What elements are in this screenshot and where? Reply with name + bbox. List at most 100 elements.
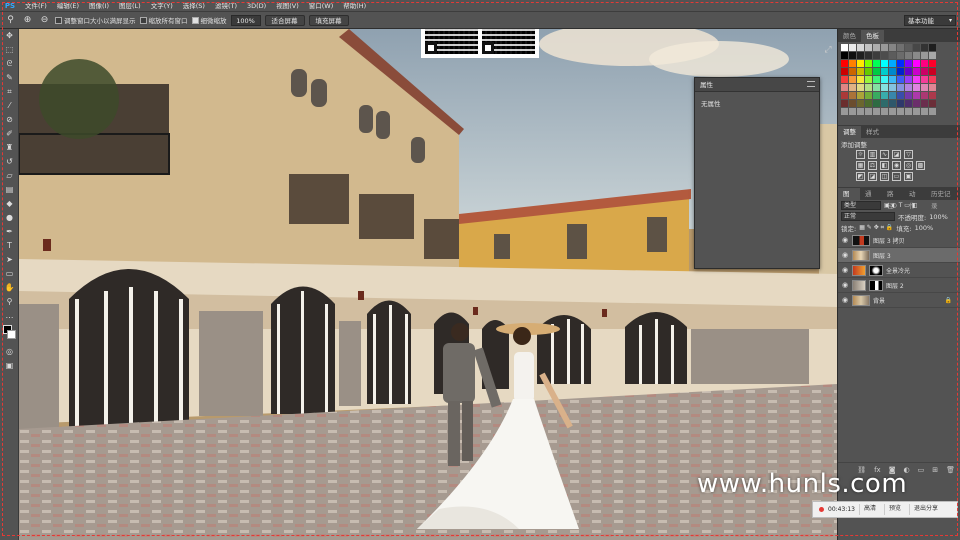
menu-type[interactable]: 文字(Y): [146, 0, 178, 12]
color-swatch[interactable]: [921, 92, 928, 99]
quick-mask-icon[interactable]: ◎: [0, 345, 19, 359]
color-swatch[interactable]: [897, 68, 904, 75]
color-swatch[interactable]: [857, 68, 864, 75]
screen-mode-icon[interactable]: ▣: [0, 359, 19, 373]
color-swatch[interactable]: [849, 92, 856, 99]
pen-tool-icon[interactable]: ✒: [0, 225, 19, 239]
zoom-tool-icon[interactable]: ⚲: [0, 295, 19, 309]
color-swatch[interactable]: [849, 76, 856, 83]
color-swatch[interactable]: [849, 84, 856, 91]
color-lookup-icon[interactable]: ▩: [916, 161, 925, 170]
color-swatch[interactable]: [913, 92, 920, 99]
color-swatch[interactable]: [889, 92, 896, 99]
gradient-map-icon[interactable]: ▭: [892, 172, 901, 181]
color-swatch[interactable]: [921, 108, 928, 115]
color-swatch[interactable]: [929, 76, 936, 83]
background-color-icon[interactable]: [7, 330, 16, 339]
color-swatch[interactable]: [873, 100, 880, 107]
color-swatch[interactable]: [849, 44, 856, 51]
color-swatch[interactable]: [873, 108, 880, 115]
layer-mask-thumbnail[interactable]: [869, 279, 883, 291]
tab-paths[interactable]: 路径: [882, 188, 904, 210]
color-swatch[interactable]: [921, 100, 928, 107]
color-swatch[interactable]: [857, 52, 864, 59]
tab-swatches[interactable]: 色板: [861, 30, 884, 42]
vibrance-icon[interactable]: ▽: [904, 150, 913, 159]
healing-tool-icon[interactable]: ⊘: [0, 113, 19, 127]
gradient-tool-icon[interactable]: ▤: [0, 183, 19, 197]
properties-panel[interactable]: 属性 无属性: [694, 77, 820, 269]
color-swatch[interactable]: [913, 52, 920, 59]
tab-actions[interactable]: 动作: [904, 188, 926, 210]
visibility-eye-icon[interactable]: ◉: [841, 296, 849, 304]
exposure-icon[interactable]: ◪: [892, 150, 901, 159]
color-swatch[interactable]: [857, 44, 864, 51]
color-swatch[interactable]: [889, 68, 896, 75]
color-swatch[interactable]: [921, 68, 928, 75]
color-swatch[interactable]: [929, 44, 936, 51]
lasso-tool-icon[interactable]: ᘓ: [0, 57, 19, 71]
color-swatch[interactable]: [881, 44, 888, 51]
color-swatch[interactable]: [873, 92, 880, 99]
color-swatch[interactable]: [921, 60, 928, 67]
color-swatch[interactable]: [929, 84, 936, 91]
layer-row[interactable]: ◉ 图层 3 拷贝: [838, 233, 960, 248]
color-swatch[interactable]: [849, 60, 856, 67]
color-swatch[interactable]: [841, 52, 848, 59]
delete-layer-icon[interactable]: 🗑: [946, 466, 955, 474]
zoom-all-checkbox[interactable]: 缩放所有窗口: [139, 15, 188, 25]
more-tools-icon[interactable]: …: [0, 309, 19, 323]
fill-screen-button[interactable]: 填充屏幕: [308, 14, 349, 26]
zoom-100-button[interactable]: 100%: [230, 14, 261, 26]
eraser-tool-icon[interactable]: ▱: [0, 169, 19, 183]
tab-styles[interactable]: 样式: [861, 126, 884, 138]
color-swatches-icon[interactable]: [0, 323, 19, 345]
color-swatch[interactable]: [865, 92, 872, 99]
color-swatch[interactable]: [913, 100, 920, 107]
color-swatch[interactable]: [929, 100, 936, 107]
color-swatch[interactable]: [865, 76, 872, 83]
color-swatch[interactable]: [857, 84, 864, 91]
tab-layers[interactable]: 图层: [838, 188, 860, 210]
color-swatch[interactable]: [841, 44, 848, 51]
channel-mixer-icon[interactable]: ◎: [904, 161, 913, 170]
curves-icon[interactable]: ∿: [880, 150, 889, 159]
new-group-icon[interactable]: ▭: [918, 466, 925, 474]
color-swatch[interactable]: [913, 44, 920, 51]
color-swatch[interactable]: [881, 100, 888, 107]
menu-filter[interactable]: 滤镜(T): [210, 0, 242, 12]
color-swatch[interactable]: [905, 44, 912, 51]
selective-color-icon[interactable]: ▣: [904, 172, 913, 181]
color-swatch[interactable]: [881, 76, 888, 83]
color-swatch[interactable]: [881, 84, 888, 91]
history-brush-tool-icon[interactable]: ↺: [0, 155, 19, 169]
color-swatch[interactable]: [873, 84, 880, 91]
zoom-out-icon[interactable]: ⊖: [38, 14, 51, 27]
color-swatch[interactable]: [905, 68, 912, 75]
color-swatch[interactable]: [841, 92, 848, 99]
properties-header[interactable]: 属性: [695, 78, 819, 92]
color-swatch[interactable]: [873, 68, 880, 75]
move-tool-icon[interactable]: ✥: [0, 29, 19, 43]
color-swatch[interactable]: [897, 76, 904, 83]
preview-button[interactable]: 预览: [883, 504, 905, 515]
color-swatch[interactable]: [921, 52, 928, 59]
posterize-icon[interactable]: ◪: [868, 172, 877, 181]
color-swatch[interactable]: [865, 52, 872, 59]
menu-help[interactable]: 帮助(H): [338, 0, 371, 12]
color-swatch[interactable]: [897, 100, 904, 107]
threshold-icon[interactable]: ◫: [880, 172, 889, 181]
levels-icon[interactable]: ▥: [868, 150, 877, 159]
color-swatch[interactable]: [865, 68, 872, 75]
tab-adjustments[interactable]: 调整: [838, 126, 861, 138]
color-swatch[interactable]: [881, 92, 888, 99]
brush-tool-icon[interactable]: ✐: [0, 127, 19, 141]
black-white-icon[interactable]: ◧: [880, 161, 889, 170]
color-swatch[interactable]: [905, 84, 912, 91]
quick-select-tool-icon[interactable]: ✎: [0, 71, 19, 85]
fill-field[interactable]: 100%: [915, 224, 934, 232]
menu-file[interactable]: 文件(F): [20, 0, 52, 12]
menu-edit[interactable]: 编辑(E): [52, 0, 84, 12]
fit-screen-button[interactable]: 适合屏幕: [264, 14, 305, 26]
color-swatch[interactable]: [929, 52, 936, 59]
